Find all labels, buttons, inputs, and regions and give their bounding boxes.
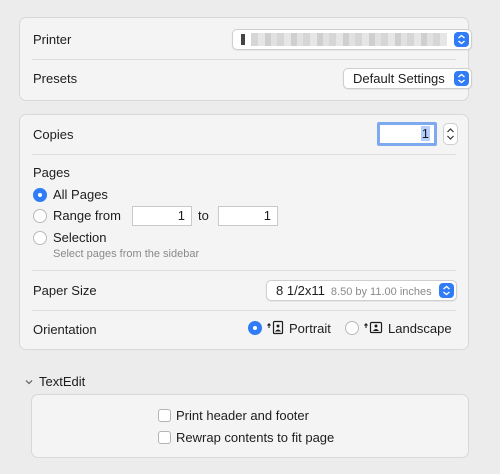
printer-name-redacted — [251, 33, 447, 46]
divider — [32, 310, 456, 311]
print-header-footer-checkbox[interactable] — [158, 409, 171, 422]
copies-value: 1 — [420, 126, 430, 141]
portrait-icon — [267, 320, 285, 338]
printer-panel: Printer Presets Default Settings — [19, 17, 472, 101]
paper-size-label: Paper Size — [33, 283, 97, 298]
landscape-icon — [364, 320, 384, 338]
landscape-radio[interactable] — [345, 321, 359, 335]
printer-popup[interactable] — [232, 29, 472, 50]
presets-value: Default Settings — [353, 71, 445, 86]
copies-label: Copies — [33, 127, 74, 142]
all-pages-radio[interactable] — [33, 188, 47, 202]
range-radio[interactable] — [33, 209, 47, 223]
textedit-section-label: TextEdit — [39, 374, 86, 389]
portrait-radio[interactable] — [248, 321, 262, 335]
paper-size-detail: 8.50 by 11.00 inches — [330, 286, 432, 298]
stepper-arrows-icon — [447, 128, 454, 140]
range-end-field[interactable]: 1 — [218, 206, 278, 226]
copies-field[interactable]: 1 — [377, 122, 437, 146]
rewrap-contents-label: Rewrap contents to fit page — [176, 430, 335, 445]
selection-radio[interactable] — [33, 231, 47, 245]
pages-label: Pages — [33, 165, 70, 180]
print-options-panel: Copies 1 Pages All Pages Range from 1 to… — [19, 114, 469, 350]
printer-label: Printer — [33, 32, 72, 47]
presets-label: Presets — [33, 71, 78, 86]
paper-size-display: 8 1/2x11 8.50 by 11.00 inches — [267, 283, 456, 298]
paper-size-chevron-icon — [439, 283, 454, 298]
selection-hint: Select pages from the sidebar — [53, 248, 200, 260]
rewrap-contents-checkbox[interactable] — [158, 431, 171, 444]
textedit-panel: Print header and footer Rewrap contents … — [31, 394, 469, 458]
copies-stepper[interactable] — [443, 123, 458, 145]
presets-popup[interactable]: Default Settings — [343, 68, 472, 89]
landscape-label: Landscape — [388, 321, 452, 336]
all-pages-label: All Pages — [53, 187, 108, 202]
divider — [32, 154, 456, 155]
presets-chevron-icon — [454, 71, 469, 86]
divider — [32, 59, 456, 60]
divider — [32, 270, 456, 271]
range-from-label: Range from — [53, 208, 121, 223]
portrait-label: Portrait — [289, 321, 331, 336]
chevron-down-icon — [25, 380, 33, 385]
orientation-label: Orientation — [33, 322, 97, 337]
print-header-footer-label: Print header and footer — [176, 408, 309, 423]
paper-size-popup[interactable]: 8 1/2x11 8.50 by 11.00 inches — [266, 280, 457, 301]
printer-chevron-icon — [454, 32, 469, 47]
range-to-label: to — [198, 208, 209, 223]
selection-label: Selection — [53, 230, 107, 245]
range-start-field[interactable]: 1 — [132, 206, 192, 226]
printer-name-redacted — [241, 34, 245, 45]
paper-size-value: 8 1/2x11 — [276, 283, 325, 298]
